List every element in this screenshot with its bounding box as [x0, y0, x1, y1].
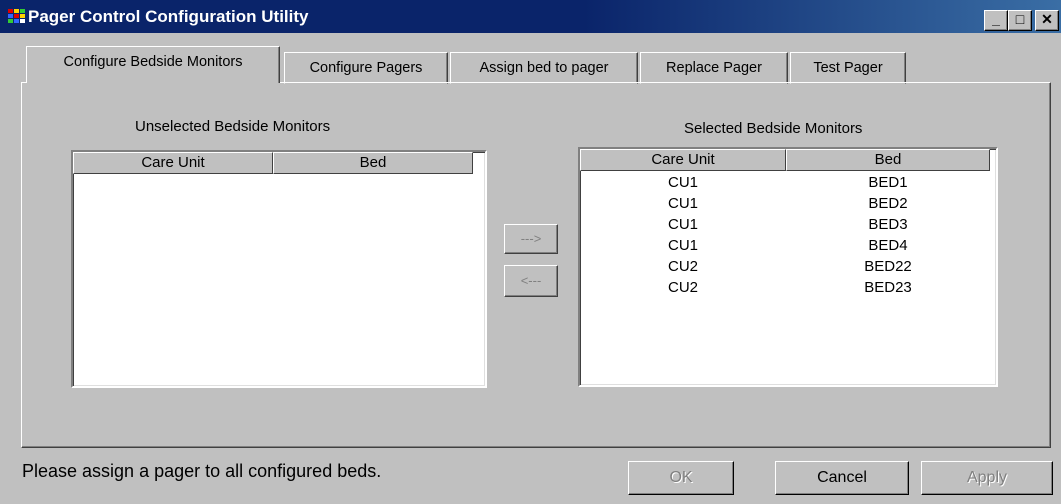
column-header-bed[interactable]: Bed [273, 152, 473, 174]
title-bar[interactable]: Pager Control Configuration Utility _ □ … [0, 0, 1061, 33]
unselected-monitors-list[interactable]: Care Unit Bed [71, 150, 487, 388]
column-header-care-unit[interactable]: Care Unit [580, 149, 786, 171]
close-button[interactable]: ✕ [1035, 10, 1059, 31]
cancel-button[interactable]: Cancel [775, 461, 909, 495]
care-unit-cell: CU1 [667, 237, 698, 254]
list-item[interactable]: CU2 BED23 [580, 277, 996, 298]
apply-button[interactable]: Apply [921, 461, 1053, 495]
bed-cell: BED1 [868, 174, 908, 191]
list-item[interactable]: CU1 BED3 [580, 214, 996, 235]
selected-monitors-list[interactable]: Care Unit Bed CU1 BED1 CU1 BED2 CU1 BED3… [578, 147, 998, 387]
status-message: Please assign a pager to all configured … [22, 461, 382, 481]
list-item[interactable]: CU1 BED2 [580, 193, 996, 214]
care-unit-cell: CU1 [667, 174, 698, 191]
tab-test-pager[interactable]: Test Pager [790, 52, 906, 84]
care-unit-cell: CU1 [667, 195, 698, 212]
list-body: CU1 BED1 CU1 BED2 CU1 BED3 CU1 BED4 CU2 … [580, 171, 996, 298]
list-item[interactable]: CU1 BED1 [580, 172, 996, 193]
remove-from-selected-button[interactable]: <--- [504, 265, 558, 297]
tab-assign-bed-to-pager[interactable]: Assign bed to pager [450, 52, 638, 84]
bed-cell: BED23 [864, 279, 912, 296]
maximize-button[interactable]: □ [1008, 10, 1032, 31]
maximize-icon: □ [1015, 11, 1025, 27]
care-unit-cell: CU2 [667, 258, 698, 275]
column-header-bed[interactable]: Bed [786, 149, 990, 171]
bed-cell: BED2 [868, 195, 908, 212]
pager-config-window: Pager Control Configuration Utility _ □ … [0, 0, 1061, 504]
column-header-care-unit[interactable]: Care Unit [73, 152, 273, 174]
care-unit-cell: CU2 [667, 279, 698, 296]
add-to-selected-button[interactable]: ---> [504, 224, 558, 254]
close-icon: ✕ [1041, 11, 1053, 27]
care-unit-cell: CU1 [667, 216, 698, 233]
bed-cell: BED3 [868, 216, 908, 233]
bed-cell: BED4 [868, 237, 908, 254]
tab-replace-pager[interactable]: Replace Pager [640, 52, 788, 84]
tab-configure-bedside-monitors[interactable]: Configure Bedside Monitors [26, 46, 280, 83]
list-header: Care Unit Bed [580, 149, 996, 171]
window-title: Pager Control Configuration Utility [28, 7, 309, 26]
minimize-icon: _ [992, 11, 1000, 27]
list-header: Care Unit Bed [73, 152, 485, 174]
list-item[interactable]: CU2 BED22 [580, 256, 996, 277]
tab-configure-pagers[interactable]: Configure Pagers [284, 52, 448, 84]
minimize-button[interactable]: _ [984, 10, 1008, 31]
list-item[interactable]: CU1 BED4 [580, 235, 996, 256]
app-icon [8, 9, 25, 23]
bed-cell: BED22 [864, 258, 912, 275]
ok-button[interactable]: OK [628, 461, 734, 495]
